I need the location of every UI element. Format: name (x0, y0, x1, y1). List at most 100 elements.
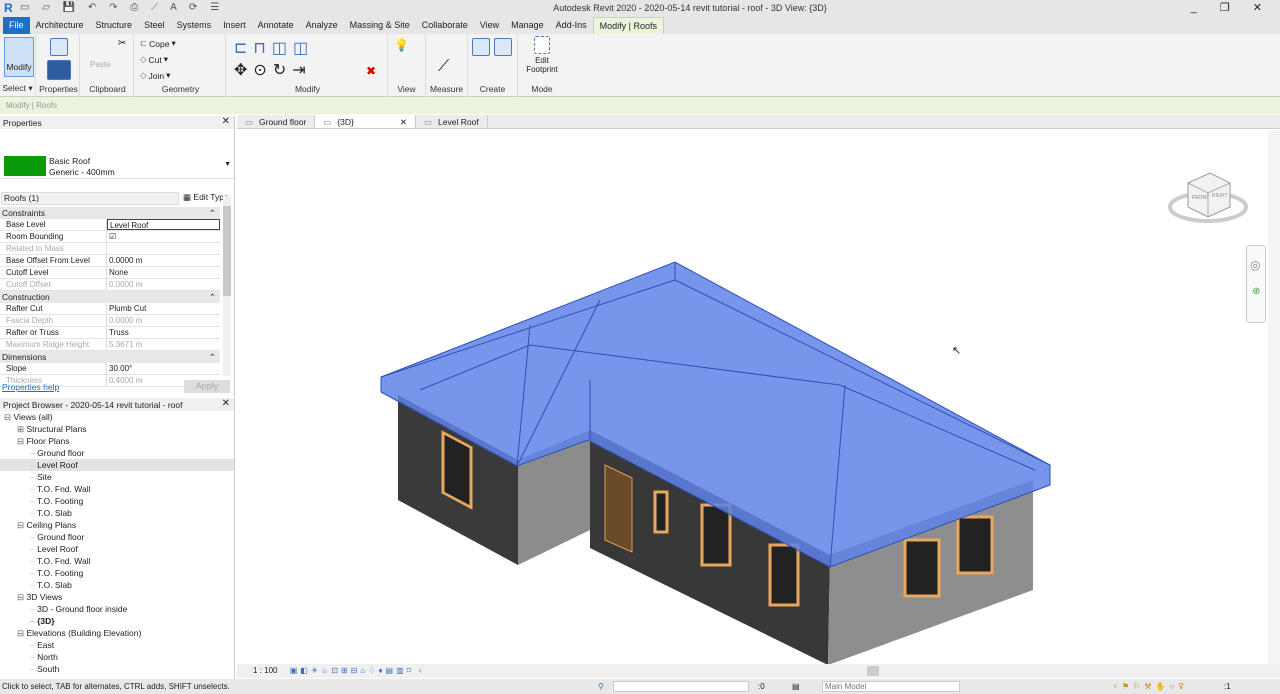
cut-icon[interactable]: ✂ (118, 38, 126, 49)
edit-type-button[interactable]: ▦ Edit Type (183, 192, 229, 203)
browser-item[interactable]: ⊟ Views (all) (0, 411, 234, 423)
join-button[interactable]: ◇ Join ▾ (140, 70, 170, 81)
window-controls[interactable]: _ ❐ ✕ (1191, 1, 1272, 14)
move-rotate-icons[interactable]: ✥⊙↻⇥ (234, 60, 312, 80)
tab-analyze[interactable]: Analyze (300, 17, 344, 34)
property-row[interactable]: Base Offset From Level 0.0000 m (0, 255, 220, 267)
delete-icon[interactable]: ✖ (366, 64, 376, 78)
browser-item[interactable]: ⊟ Ceiling Plans (0, 519, 234, 531)
vertical-scrollbar[interactable] (1268, 130, 1280, 664)
property-row[interactable]: Room Bounding ☑ (0, 231, 220, 243)
browser-item[interactable]: ⊞ Structural Plans (0, 423, 234, 435)
apply-button[interactable]: Apply (184, 380, 230, 393)
property-value[interactable] (107, 243, 220, 254)
tab-structure[interactable]: Structure (90, 17, 139, 34)
select-dropdown[interactable]: Select ▾ (0, 83, 35, 94)
viewcube[interactable]: FRONT RIGHT (1168, 165, 1248, 230)
property-value[interactable]: 0.0000 m (107, 315, 220, 326)
tab-steel[interactable]: Steel (138, 17, 171, 34)
view-control-icons[interactable]: ▣◧☀☼⊡⊞⊟⌂♢♦▤▥⌑ ‹ (290, 666, 425, 675)
property-value[interactable]: Truss (107, 327, 220, 338)
browser-item[interactable]: – Level Roof (0, 459, 234, 471)
tab-modify-roofs[interactable]: Modify | Roofs (592, 17, 665, 34)
property-row[interactable]: Slope 30.00° (0, 363, 220, 375)
lightbulb-icon[interactable]: 💡 (394, 38, 409, 52)
properties-icon[interactable] (47, 60, 71, 80)
browser-item[interactable]: – T.O. Fnd. Wall (0, 483, 234, 495)
property-group[interactable]: Construction ⌃ (0, 291, 220, 303)
cope-button[interactable]: ⊏ Cope ▾ (140, 38, 176, 49)
property-value[interactable]: Level Roof (107, 219, 220, 230)
worksets-icon[interactable]: ⚲ (598, 679, 604, 694)
property-row[interactable]: Rafter Cut Plumb Cut (0, 303, 220, 315)
viewcube-right[interactable]: RIGHT (1212, 193, 1228, 199)
paste-button[interactable]: Paste (90, 60, 110, 69)
browser-item[interactable]: – T.O. Footing (0, 567, 234, 579)
browser-item[interactable]: ⊟ Elevations (Building Elevation) (0, 627, 234, 639)
create-group-icon[interactable] (472, 38, 490, 56)
workset-dropdown[interactable] (613, 681, 749, 692)
property-row[interactable]: Cutoff Level None (0, 267, 220, 279)
tab-file[interactable]: File (3, 17, 30, 34)
browser-item[interactable]: – Ground floor (0, 447, 234, 459)
browser-item[interactable]: ⊟ 3D Views (0, 591, 234, 603)
tab-annotate[interactable]: Annotate (252, 17, 300, 34)
close-icon[interactable]: ✕ (222, 398, 230, 409)
property-row[interactable]: Rafter or Truss Truss (0, 327, 220, 339)
property-value[interactable]: ☑ (107, 231, 220, 242)
horizontal-scrollbar[interactable] (867, 666, 879, 676)
property-value[interactable]: Plumb Cut (107, 303, 220, 314)
browser-item[interactable]: – T.O. Footing (0, 495, 234, 507)
measure-icon[interactable]: ⟋ (438, 58, 449, 76)
browser-item[interactable]: – Ground floor (0, 531, 234, 543)
browser-item[interactable]: – 3D - Ground floor inside (0, 603, 234, 615)
browser-item[interactable]: – South (0, 663, 234, 675)
property-value[interactable]: 0.0000 m (107, 255, 220, 266)
property-value[interactable]: 0.0000 m (107, 279, 220, 290)
property-row[interactable]: Base Level Level Roof (0, 219, 220, 231)
tab-massing-site[interactable]: Massing & Site (344, 17, 416, 34)
browser-item[interactable]: – Level Roof (0, 543, 234, 555)
browser-item[interactable]: – Site (0, 471, 234, 483)
element-filter-dropdown[interactable]: Roofs (1) (1, 192, 179, 205)
property-value[interactable]: 5.3671 m (107, 339, 220, 350)
property-group[interactable]: Dimensions ⌃ (0, 351, 220, 363)
properties-scrollbar[interactable] (223, 196, 231, 376)
steering-wheel-icon[interactable]: ◎ (1250, 258, 1260, 272)
view-tab[interactable]: ▭ Ground floor (237, 115, 316, 128)
design-options-icon[interactable]: ▤ (792, 679, 800, 694)
property-row[interactable]: Fascia Depth 0.0000 m (0, 315, 220, 327)
property-value[interactable]: None (107, 267, 220, 278)
view-tab[interactable]: ▭ {3D} ✕ (315, 115, 416, 128)
property-value[interactable]: 30.00° (107, 363, 220, 374)
close-icon[interactable]: ✕ (222, 116, 230, 127)
edit-footprint-button[interactable]: Edit Footprint (524, 36, 560, 82)
browser-item[interactable]: – T.O. Fnd. Wall (0, 555, 234, 567)
view-scale[interactable]: 1 : 100 (253, 666, 277, 675)
browser-item[interactable]: – T.O. Slab (0, 579, 234, 591)
cut-button[interactable]: ◇ Cut ▾ (140, 54, 168, 65)
type-properties-icon[interactable] (50, 38, 68, 56)
navigation-bar[interactable]: ◎ ⊕ (1246, 245, 1266, 323)
browser-item[interactable]: – North (0, 651, 234, 663)
tab-systems[interactable]: Systems (171, 17, 218, 34)
type-selector[interactable]: Basic Roof Generic - 400mm ▼ (0, 129, 234, 179)
chevron-down-icon[interactable]: ▼ (224, 161, 231, 168)
viewcube-front[interactable]: FRONT (1192, 195, 1209, 201)
tab-view[interactable]: View (474, 17, 505, 34)
browser-item[interactable]: ⊟ Floor Plans (0, 435, 234, 447)
design-option-dropdown[interactable]: Main Model (822, 681, 960, 692)
3d-view-canvas[interactable] (237, 130, 1267, 665)
create-similar-icon[interactable] (494, 38, 512, 56)
zoom-icon[interactable]: ⊕ (1252, 286, 1260, 297)
tab-add-ins[interactable]: Add-Ins (550, 17, 593, 34)
tab-insert[interactable]: Insert (217, 17, 252, 34)
modify-tools-icons[interactable]: ⊏⊓◫◫ (234, 38, 314, 58)
browser-item[interactable]: – {3D} (0, 615, 234, 627)
tab-architecture[interactable]: Architecture (30, 17, 90, 34)
browser-item[interactable]: – East (0, 639, 234, 651)
property-row[interactable]: Cutoff Offset 0.0000 m (0, 279, 220, 291)
modify-button[interactable]: Modify (4, 37, 34, 77)
view-tab[interactable]: ▭ Level Roof (416, 115, 488, 128)
tab-collaborate[interactable]: Collaborate (416, 17, 474, 34)
